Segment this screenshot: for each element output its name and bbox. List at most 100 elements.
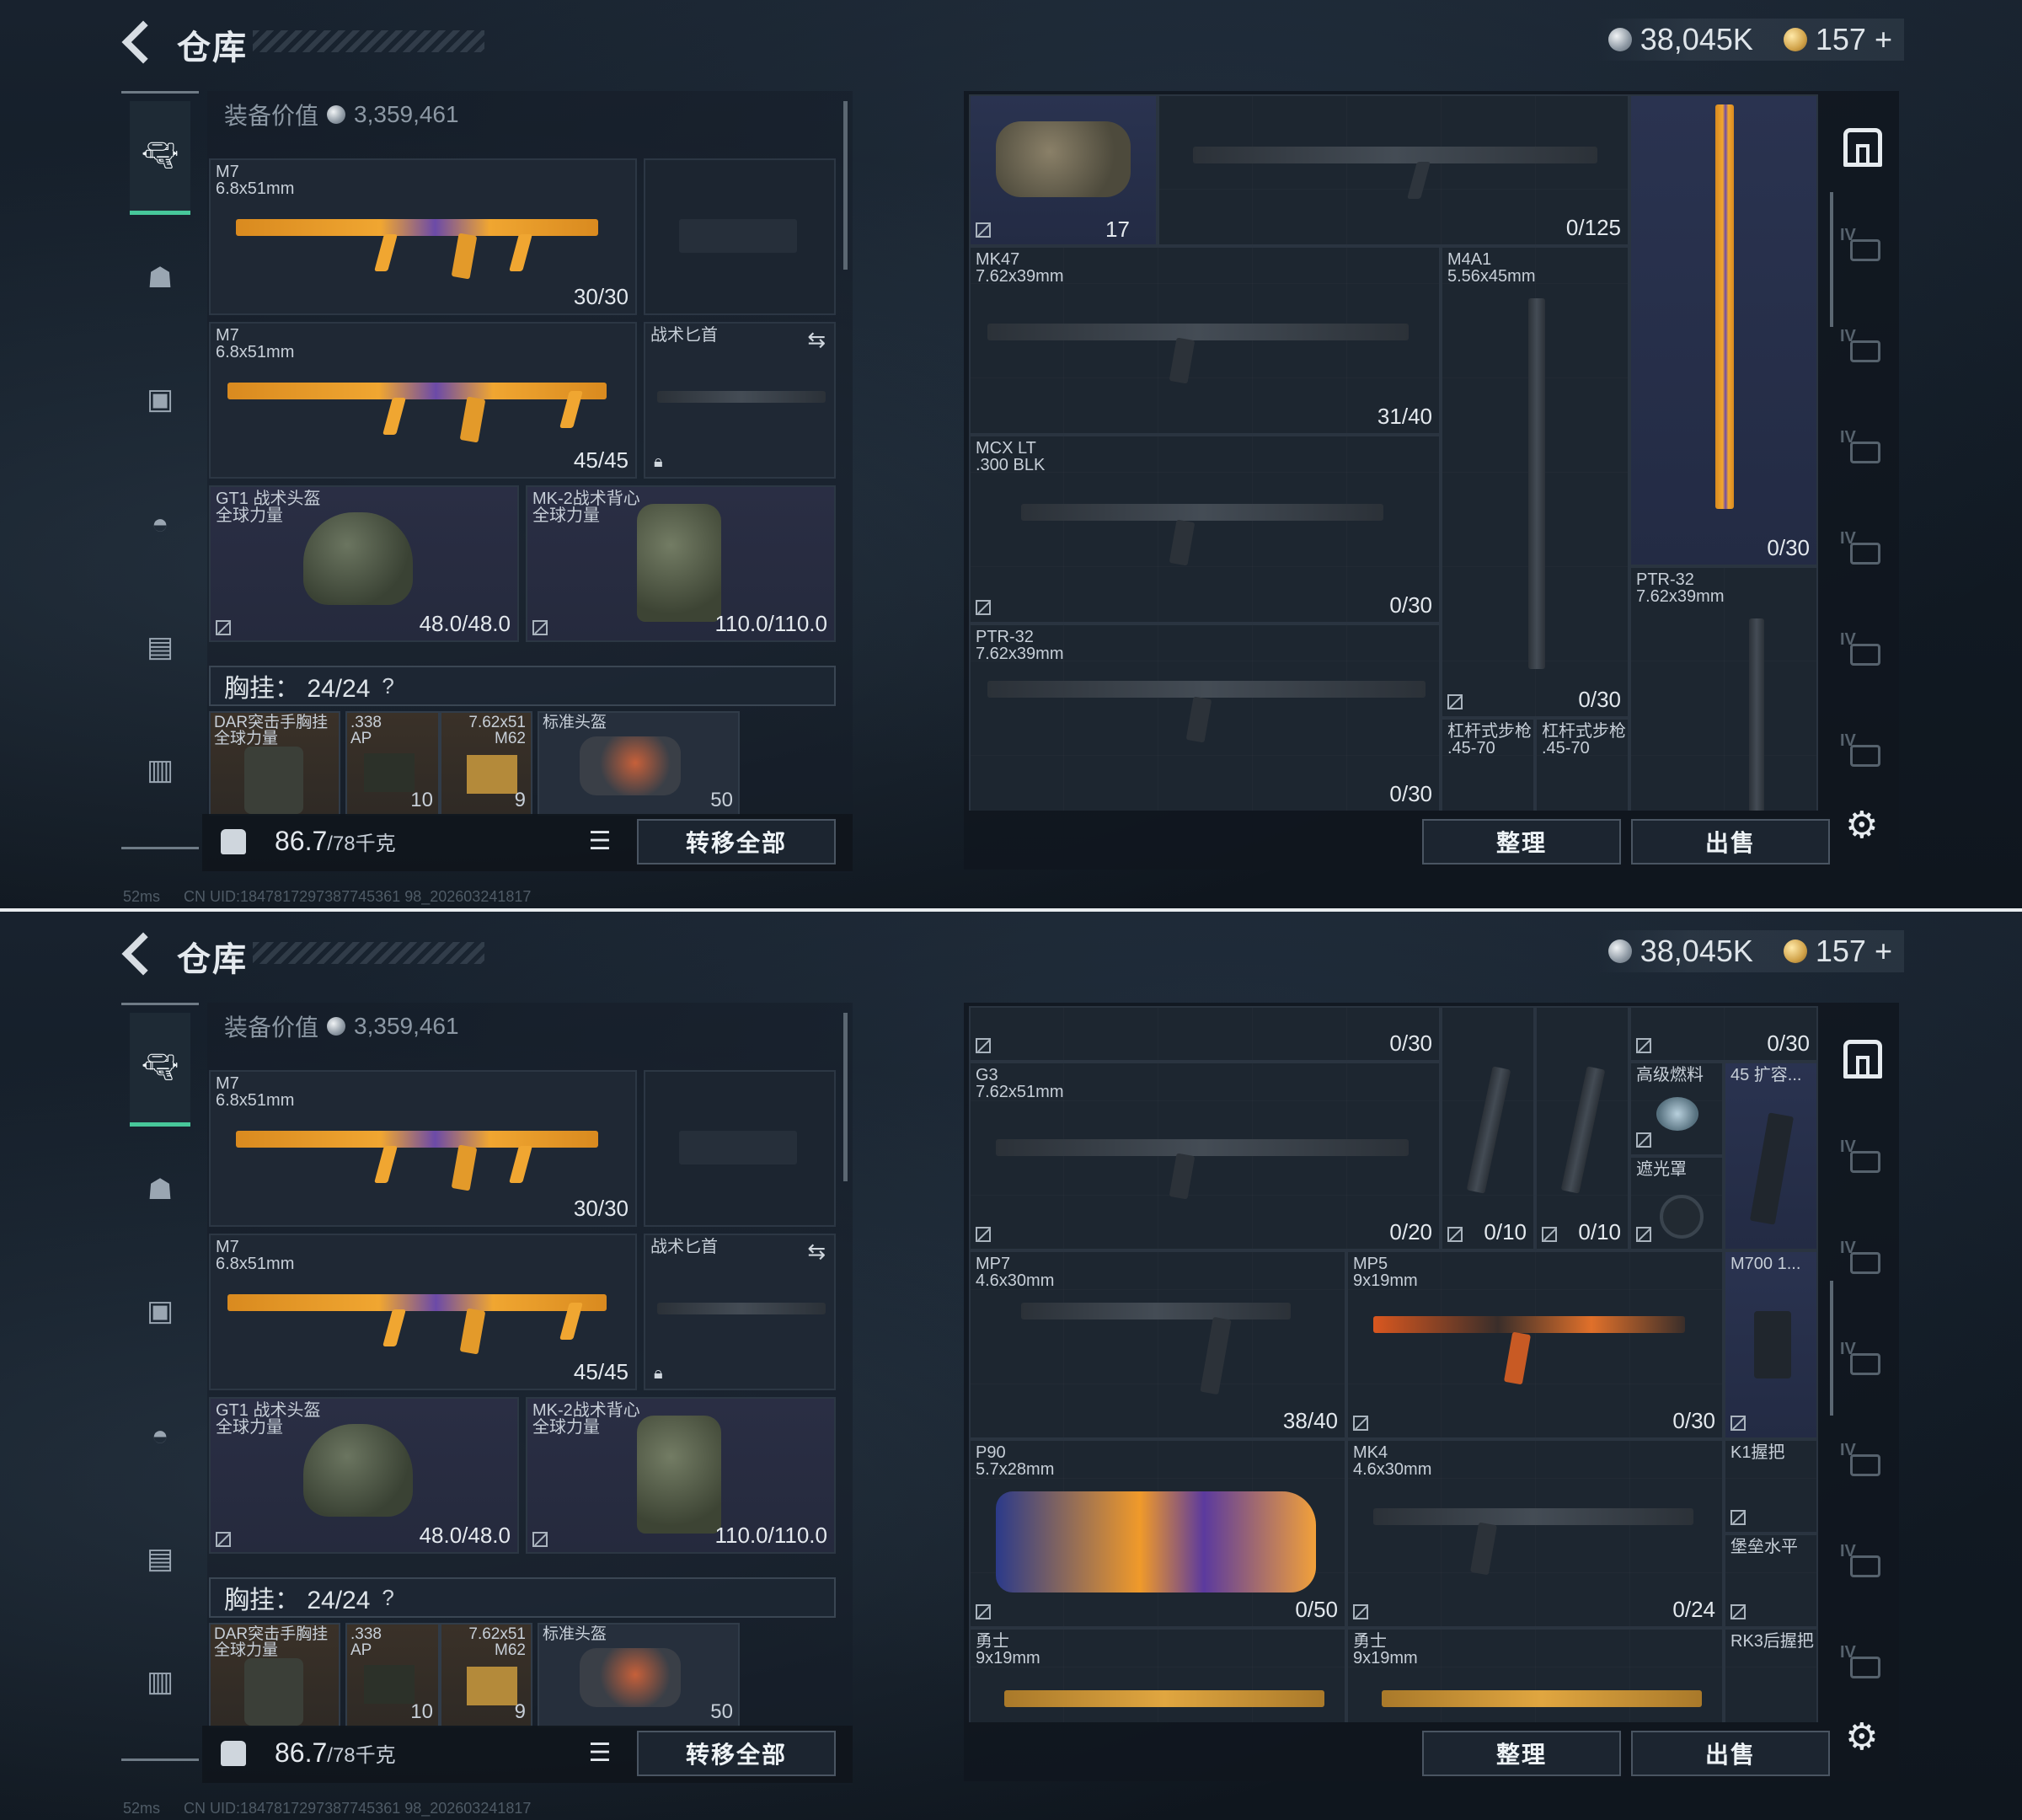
help-icon[interactable]: ? [382,1585,393,1611]
chest-rig-bar[interactable]: 胸挂： 24/24 ? [209,666,836,706]
armor-slot[interactable]: MK-2战术背心 全球力量 110.0/110.0 [526,485,836,642]
rail-tab-backpack[interactable]: ▣ [130,369,190,430]
currency-add-button[interactable]: + [1875,934,1892,969]
stash-level-tab[interactable]: IV [1840,1138,1891,1180]
stash-item-mp7[interactable]: MP7 4.6x30mm 38/40 [969,1250,1346,1439]
primary-weapon-slot-1[interactable]: M7 6.8x51mm 30/30 [209,158,637,315]
rail-tab-armor[interactable]: ☗ [130,248,190,308]
stash-level-tab[interactable]: IV [1840,1643,1891,1685]
back-arrow-icon[interactable] [120,22,153,61]
stash-item-lmg[interactable]: 0/125 [1158,94,1629,246]
stash-item-p90[interactable]: P90 5.7x28mm 0/50 [969,1439,1346,1628]
stash-item-ptr32[interactable]: PTR-32 7.62x39mm 0/30 [969,624,1441,811]
swap-icon[interactable]: ⇆ [807,327,826,353]
rail-tab-weapons[interactable]: 🔫︎ [130,1013,190,1127]
rail-tab-container[interactable]: ▤ [130,1528,190,1589]
stash-item-mp5[interactable]: MP5 9x19mm 0/30 [1346,1250,1724,1439]
list-icon[interactable]: ☰ [581,1734,618,1771]
rail-tab-container[interactable]: ▤ [130,617,190,677]
stash-item-lever-rifle[interactable]: 杠杆式步枪 .45-70 [1441,718,1535,811]
rail-tab-helmet[interactable]: ◓ [130,494,190,554]
stash-level-tab[interactable]: IV [1840,1542,1891,1584]
home-icon[interactable] [1843,128,1882,167]
rig-item[interactable]: DAR突击手胸挂 全球力量 [209,1623,340,1727]
stash-level-tab[interactable]: IV [1840,327,1891,369]
rail-tab-case[interactable]: ▥ [130,740,190,800]
no-sell-icon [1730,1416,1746,1431]
gear-icon[interactable]: ⚙ [1845,1716,1878,1758]
primary-weapon-slot-2[interactable]: M7 6.8x51mm 45/45 [209,1234,637,1390]
home-icon[interactable] [1843,1040,1882,1079]
stash-item-warrior[interactable]: 勇士 9x19mm [1346,1628,1724,1722]
rig-item[interactable]: .338 AP 10 [345,711,440,816]
rig-item[interactable]: 标准头盔 50 [538,1623,740,1727]
helmet-slot[interactable]: GT1 战术头盔 全球力量 48.0/48.0 [209,485,519,642]
rig-item[interactable]: .338 AP 10 [345,1623,440,1727]
armor-slot[interactable]: MK-2战术背心 全球力量 110.0/110.0 [526,1397,836,1554]
rail-tab-helmet[interactable]: ◓ [130,1405,190,1466]
swap-icon[interactable]: ⇆ [807,1239,826,1265]
sort-button[interactable]: 整理 [1422,819,1621,864]
sell-button[interactable]: 出售 [1631,819,1830,864]
rail-tab-weapons[interactable]: 🔫︎ [130,101,190,215]
sidearm-slot[interactable] [644,158,836,315]
transfer-all-button[interactable]: 转移全部 [637,819,836,864]
stash-level-tab[interactable]: IV [1840,428,1891,470]
rail-tab-armor[interactable]: ☗ [130,1159,190,1220]
stash-item-m4a1[interactable]: M4A1 5.56x45mm 0/30 [1441,246,1629,718]
rig-item[interactable]: 7.62x51 M62 9 [440,1623,532,1727]
transfer-all-button[interactable]: 转移全部 [637,1731,836,1776]
stash-item-rk3-grip[interactable]: RK3后握把 [1724,1628,1818,1722]
stash-item-warrior[interactable]: 勇士 9x19mm [969,1628,1346,1722]
stash-level-tab[interactable]: IV [1840,731,1891,774]
helmet-slot[interactable]: GT1 战术头盔 全球力量 48.0/48.0 [209,1397,519,1554]
help-icon[interactable]: ? [382,673,393,699]
stash-level-tab[interactable]: IV [1840,226,1891,268]
stash-item-mk4[interactable]: MK4 4.6x30mm 0/24 [1346,1439,1724,1628]
stash-item-bastion-grip[interactable]: 堡垒水平 [1724,1534,1818,1628]
stash-item-lens-hood[interactable]: 遮光罩 [1629,1156,1724,1250]
sell-button[interactable]: 出售 [1631,1731,1830,1776]
equipment-scrollbar[interactable] [843,101,848,270]
gear-icon[interactable]: ⚙ [1845,804,1878,847]
stash-item-rifle-vertical[interactable]: 0/30 [1629,94,1818,566]
primary-weapon-slot-1[interactable]: M7 6.8x51mm 30/30 [209,1070,637,1227]
list-icon[interactable]: ☰ [581,822,618,859]
rig-item[interactable]: 标准头盔 50 [538,711,740,816]
stash-level-tab[interactable]: IV [1840,1340,1891,1382]
stash-item-partial[interactable]: 0/30 [1629,1006,1818,1062]
stash-item-bag[interactable]: 17 [969,94,1158,246]
stash-level-tab[interactable]: IV [1840,1239,1891,1281]
primary-weapon-slot-2[interactable]: M7 6.8x51mm 45/45 [209,322,637,479]
rail-tab-backpack[interactable]: ▣ [130,1281,190,1341]
sidearm-slot[interactable] [644,1070,836,1227]
item-count: 0/30 [1389,592,1432,618]
stash-item-g3[interactable]: G3 7.62x51mm 0/20 [969,1062,1441,1250]
stash-item-k1-grip[interactable]: K1握把 [1724,1439,1818,1534]
stash-item-magazine[interactable]: 45 扩容... [1724,1062,1818,1250]
stash-item-stock[interactable]: 0/10 [1535,1006,1629,1250]
stash-item-mk47[interactable]: MK47 7.62x39mm 31/40 [969,246,1441,435]
chest-rig-bar[interactable]: 胸挂： 24/24 ? [209,1577,836,1618]
rail-tab-case[interactable]: ▥ [130,1651,190,1712]
sort-button[interactable]: 整理 [1422,1731,1621,1776]
rig-item[interactable]: DAR突击手胸挂 全球力量 [209,711,340,816]
melee-slot[interactable]: 战术匕首 ⇆ 🔒︎ [644,1234,836,1390]
stash-item-stock[interactable]: 0/10 [1441,1006,1535,1250]
stash-level-tab[interactable]: IV [1840,1441,1891,1483]
stash-item-partial[interactable]: 0/30 [969,1006,1441,1062]
stash-item-ptr32-vertical[interactable]: PTR-32 7.62x39mm [1629,566,1818,811]
stash-item-mcx[interactable]: MCX LT .300 BLK 0/30 [969,435,1441,624]
stash-level-tab[interactable]: IV [1840,630,1891,672]
equipment-scrollbar[interactable] [843,1013,848,1181]
currency-add-button[interactable]: + [1875,22,1892,57]
back-arrow-icon[interactable] [120,934,153,972]
stash-item-lever-rifle[interactable]: 杠杆式步枪 .45-70 [1535,718,1629,811]
stash-item-m700-mag[interactable]: M700 1... [1724,1250,1818,1439]
rig-item[interactable]: 7.62x51 M62 9 [440,711,532,816]
stash-scrollbar[interactable] [1830,192,1833,327]
stash-item-fuel[interactable]: 高级燃料 [1629,1062,1724,1156]
melee-slot[interactable]: 战术匕首 ⇆ 🔒︎ [644,322,836,479]
stash-level-tab[interactable]: IV [1840,529,1891,571]
stash-scrollbar[interactable] [1830,1281,1833,1416]
